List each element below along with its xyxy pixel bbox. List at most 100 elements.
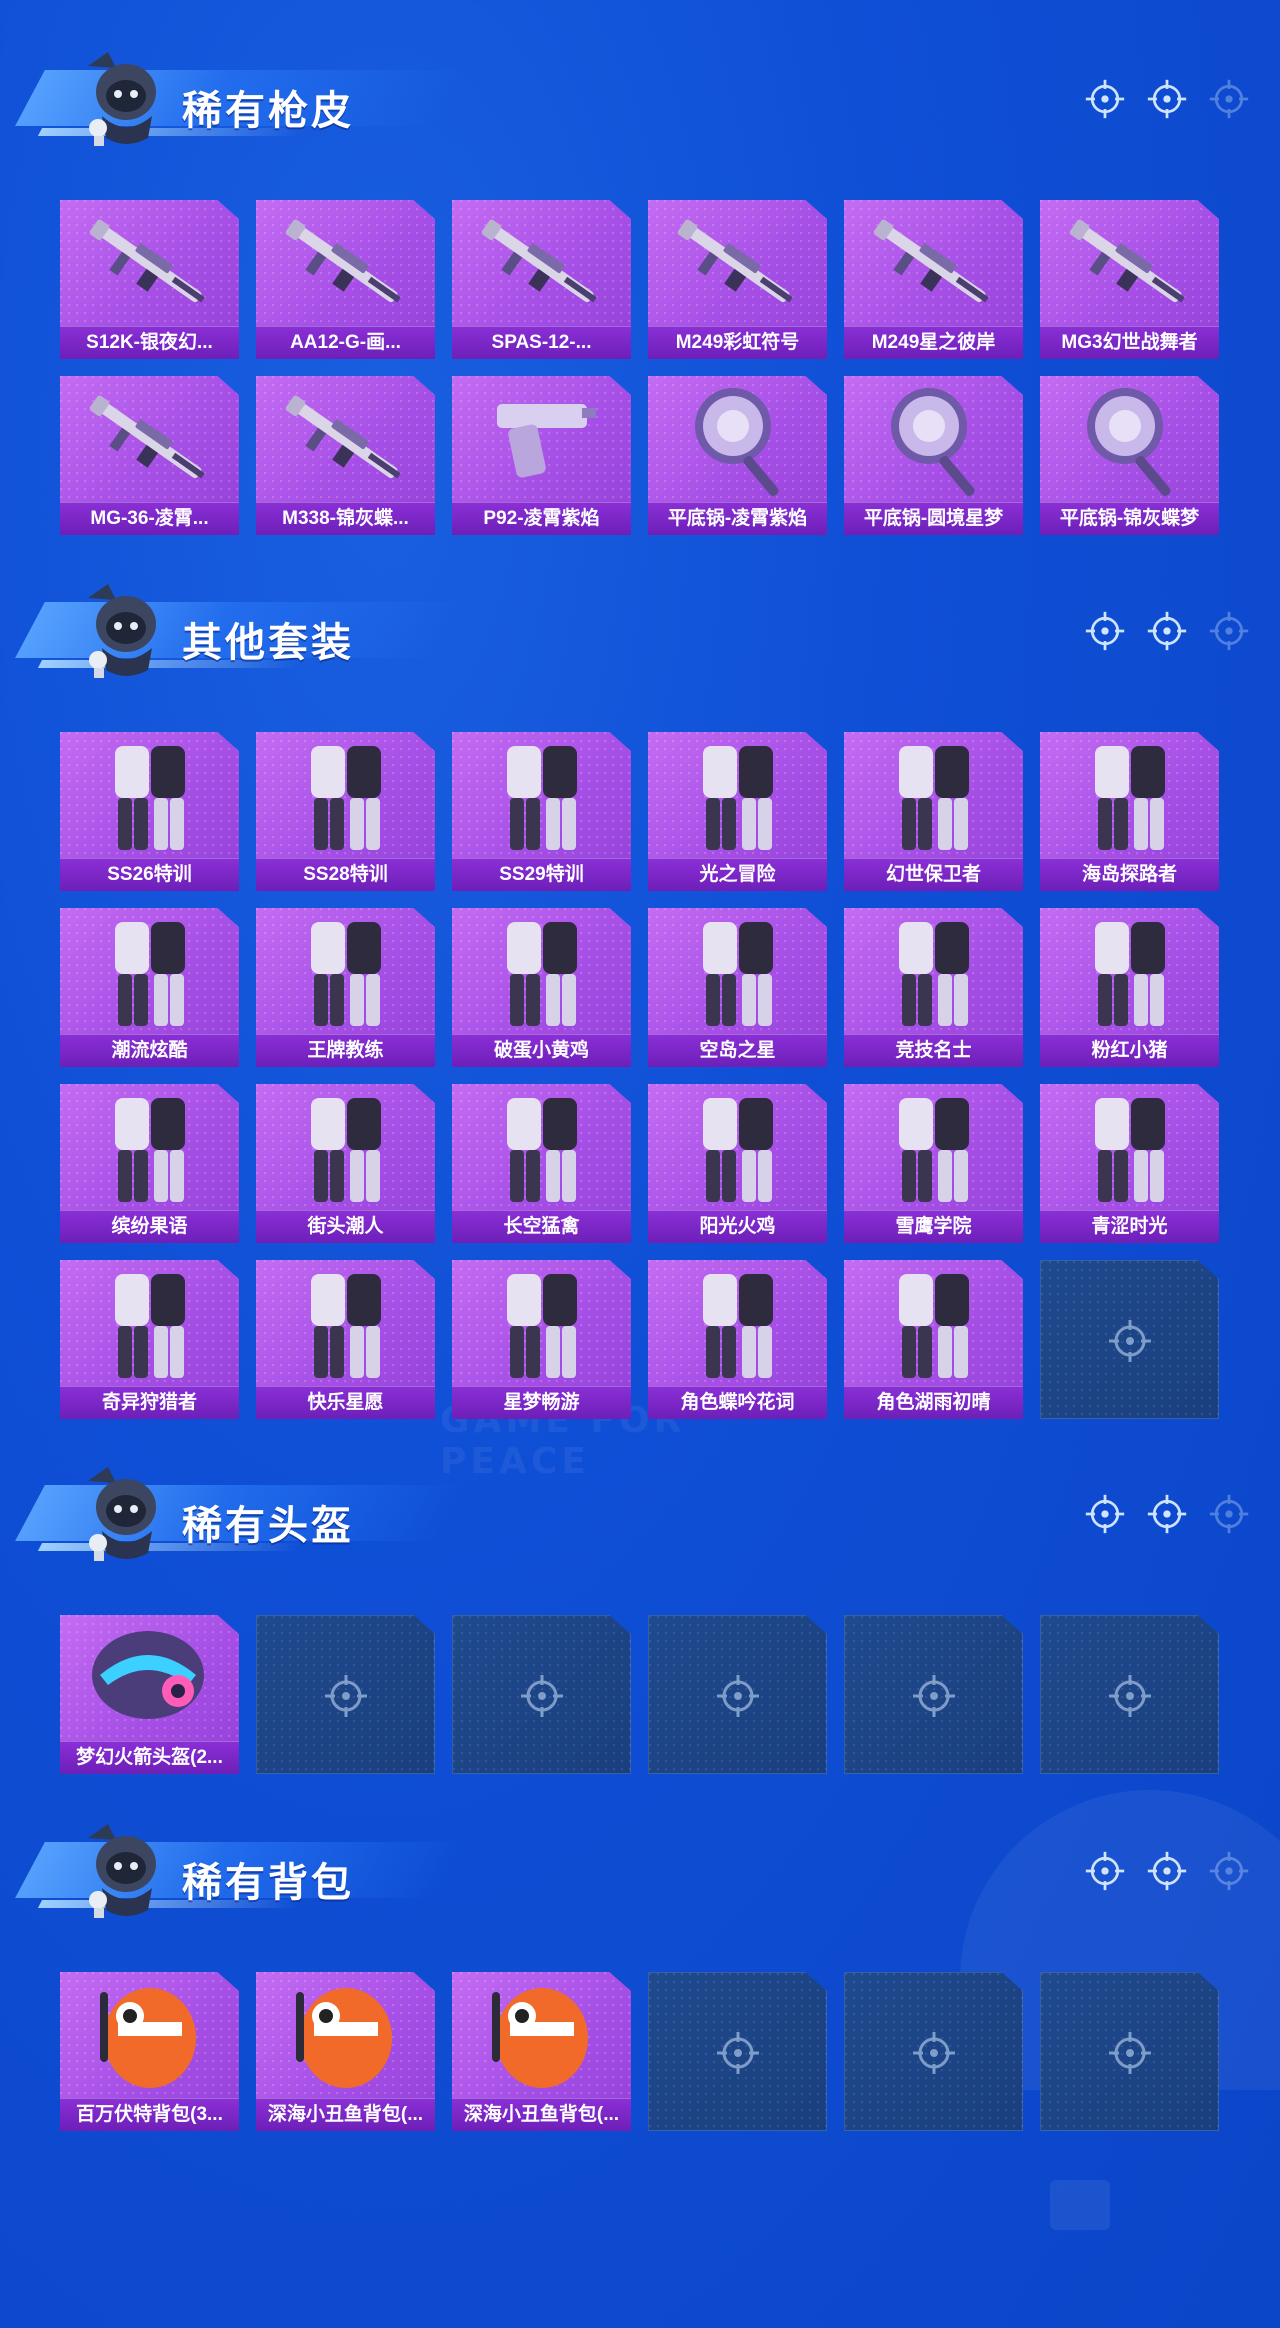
- crosshair-icon: [1107, 1673, 1153, 1719]
- item-label: 奇异狩猎者: [101, 1392, 197, 1413]
- crosshair-icon[interactable]: [1084, 1493, 1126, 1535]
- outfit-image: [844, 908, 1023, 1036]
- outfit-image: [452, 732, 631, 860]
- item-label: 雪鹰学院: [895, 1216, 972, 1237]
- gun-image: [256, 200, 435, 328]
- item-card[interactable]: 青涩时光: [1040, 1084, 1219, 1243]
- crosshair-icon[interactable]: [1146, 1493, 1188, 1535]
- item-label: 潮流炫酷: [111, 1040, 188, 1061]
- section-title: 稀有背包: [182, 1860, 354, 1906]
- outfit-image: [648, 732, 827, 860]
- item-card[interactable]: S12K-银夜幻...: [60, 200, 239, 359]
- item-label: 竞技名士: [895, 1040, 972, 1061]
- item-card[interactable]: 缤纷果语: [60, 1084, 239, 1243]
- item-card[interactable]: 平底锅-圆境星梦: [844, 376, 1023, 535]
- item-label: 平底锅-凌霄紫焰: [667, 508, 808, 529]
- item-card[interactable]: 平底锅-锦灰蝶梦: [1040, 376, 1219, 535]
- item-card[interactable]: 角色蝶吟花词: [648, 1260, 827, 1419]
- item-card[interactable]: 光之冒险: [648, 732, 827, 891]
- item-card[interactable]: 角色湖雨初晴: [844, 1260, 1023, 1419]
- crosshair-icon[interactable]: [1084, 1850, 1126, 1892]
- mascot-icon: [68, 1818, 178, 1926]
- empty-slot: [844, 1972, 1023, 2131]
- item-card[interactable]: M338-锦灰蝶...: [256, 376, 435, 535]
- section: 其他套装 SS26特训 SS28特训 SS29特训 光之冒险 幻世保卫者 海岛探路者潮流炫酷…: [0, 572, 1280, 1419]
- gun-image: [60, 200, 239, 328]
- crosshair-icon[interactable]: [1146, 610, 1188, 652]
- item-card[interactable]: 潮流炫酷: [60, 908, 239, 1067]
- item-card[interactable]: SS28特训: [256, 732, 435, 891]
- item-card[interactable]: M249星之彼岸: [844, 200, 1023, 359]
- item-card[interactable]: M249彩虹符号: [648, 200, 827, 359]
- item-card[interactable]: 海岛探路者: [1040, 732, 1219, 891]
- item-card[interactable]: 长空猛禽: [452, 1084, 631, 1243]
- crosshair-icon[interactable]: [1146, 78, 1188, 120]
- crosshair-icon: [911, 2030, 957, 2076]
- item-card[interactable]: P92-凌霄紫焰: [452, 376, 631, 535]
- item-card[interactable]: 雪鹰学院: [844, 1084, 1023, 1243]
- item-label: MG3幻世战舞者: [1061, 332, 1198, 353]
- item-card[interactable]: AA12-G-画...: [256, 200, 435, 359]
- item-card[interactable]: 平底锅-凌霄紫焰: [648, 376, 827, 535]
- empty-slot: [1040, 1260, 1219, 1419]
- outfit-image: [256, 908, 435, 1036]
- section-header: 其他套装: [0, 572, 1280, 682]
- item-card[interactable]: SPAS-12-...: [452, 200, 631, 359]
- item-label: 缤纷果语: [111, 1216, 188, 1237]
- item-grid: 梦幻火箭头盔(2...: [60, 1615, 1219, 1774]
- item-card[interactable]: 快乐星愿: [256, 1260, 435, 1419]
- gun-image: [60, 376, 239, 504]
- item-card[interactable]: 粉红小猪: [1040, 908, 1219, 1067]
- outfit-image: [844, 1260, 1023, 1388]
- gun-image: [256, 376, 435, 504]
- item-card[interactable]: 破蛋小黄鸡: [452, 908, 631, 1067]
- item-label: 空岛之星: [699, 1040, 776, 1061]
- pan-image: [1040, 376, 1219, 504]
- item-card[interactable]: 百万伏特背包(3...: [60, 1972, 239, 2131]
- crosshair-icon[interactable]: [1208, 610, 1250, 652]
- item-label: 破蛋小黄鸡: [493, 1040, 589, 1061]
- header-controls: [1084, 610, 1250, 652]
- item-label: 角色蝶吟花词: [680, 1392, 795, 1413]
- item-label: 海岛探路者: [1081, 864, 1177, 885]
- item-card[interactable]: 竞技名士: [844, 908, 1023, 1067]
- item-label: SS26特训: [107, 864, 192, 885]
- item-label: 光之冒险: [699, 864, 776, 885]
- item-card[interactable]: SS29特训: [452, 732, 631, 891]
- item-card[interactable]: 梦幻火箭头盔(2...: [60, 1615, 239, 1774]
- item-card[interactable]: 奇异狩猎者: [60, 1260, 239, 1419]
- empty-slot: [452, 1615, 631, 1774]
- item-label: M338-锦灰蝶...: [282, 508, 409, 529]
- item-label: 深海小丑鱼背包(...: [267, 2104, 424, 2125]
- crosshair-icon[interactable]: [1208, 1850, 1250, 1892]
- item-card[interactable]: 星梦畅游: [452, 1260, 631, 1419]
- header-controls: [1084, 78, 1250, 120]
- outfit-image: [452, 1260, 631, 1388]
- empty-slot: [844, 1615, 1023, 1774]
- item-label: 星梦畅游: [503, 1392, 580, 1413]
- item-label: SPAS-12-...: [491, 332, 592, 353]
- item-card[interactable]: 深海小丑鱼背包(...: [452, 1972, 631, 2131]
- item-label: P92-凌霄紫焰: [483, 508, 600, 529]
- item-label: M249星之彼岸: [871, 332, 996, 353]
- item-card[interactable]: MG3幻世战舞者: [1040, 200, 1219, 359]
- item-label: 王牌教练: [307, 1040, 384, 1061]
- crosshair-icon[interactable]: [1208, 1493, 1250, 1535]
- item-card[interactable]: 深海小丑鱼背包(...: [256, 1972, 435, 2131]
- item-card[interactable]: 街头潮人: [256, 1084, 435, 1243]
- crosshair-icon[interactable]: [1084, 610, 1126, 652]
- item-card[interactable]: MG-36-凌霄...: [60, 376, 239, 535]
- crosshair-icon[interactable]: [1208, 78, 1250, 120]
- item-card[interactable]: 幻世保卫者: [844, 732, 1023, 891]
- crate-backdrop: [1050, 2180, 1110, 2230]
- item-card[interactable]: 阳光火鸡: [648, 1084, 827, 1243]
- crosshair-icon[interactable]: [1146, 1850, 1188, 1892]
- item-card[interactable]: 空岛之星: [648, 908, 827, 1067]
- item-card[interactable]: SS26特训: [60, 732, 239, 891]
- mascot-icon: [68, 1461, 178, 1569]
- item-label: 梦幻火箭头盔(2...: [76, 1747, 223, 1768]
- outfit-image: [648, 1084, 827, 1212]
- crosshair-icon[interactable]: [1084, 78, 1126, 120]
- item-label: 平底锅-锦灰蝶梦: [1059, 508, 1200, 529]
- item-card[interactable]: 王牌教练: [256, 908, 435, 1067]
